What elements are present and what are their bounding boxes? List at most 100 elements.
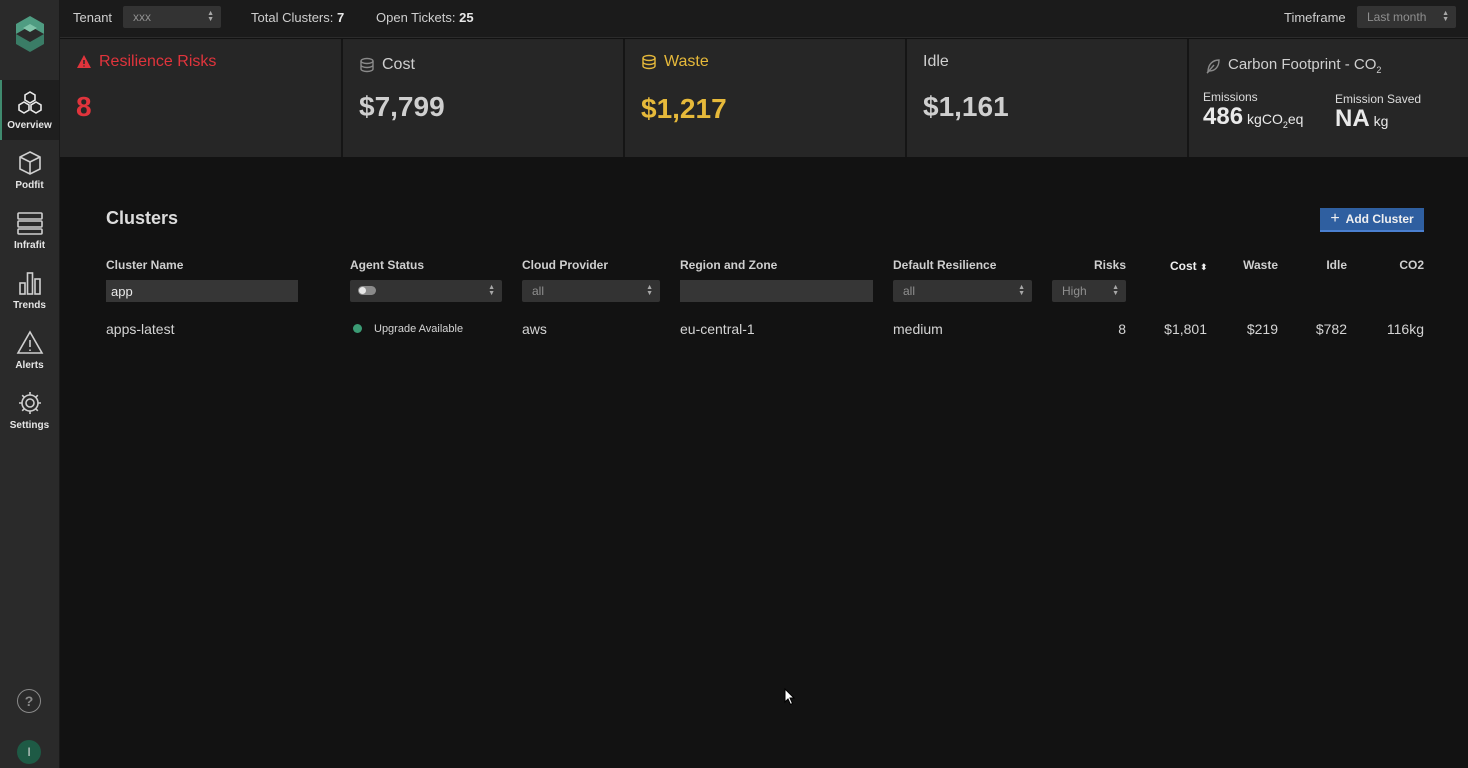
cell-cluster-name[interactable]: apps-latest <box>106 321 174 337</box>
select-arrows-icon: ▲ ▼ <box>488 284 495 297</box>
col-header-cost-label: Cost <box>1170 259 1197 273</box>
cubes-icon <box>17 91 42 114</box>
plus-icon: + <box>1330 210 1340 227</box>
waste-card[interactable]: Waste $1,217 <box>625 39 907 157</box>
cell-cloud-provider: aws <box>522 321 547 337</box>
help-button[interactable]: ? <box>17 689 41 713</box>
carbon-title-text: Carbon Footprint - CO <box>1228 56 1377 73</box>
cost-title: Cost <box>382 56 415 73</box>
gear-icon <box>18 392 41 414</box>
region-filter[interactable] <box>680 280 873 302</box>
cell-cost: $1,801 <box>1164 321 1207 337</box>
cell-idle: $782 <box>1315 321 1347 337</box>
col-header-risks[interactable]: Risks <box>1066 258 1126 272</box>
nav-label: Podfit <box>15 180 44 191</box>
cost-card[interactable]: Cost $7,799 <box>343 39 625 157</box>
sidebar: Overview Podfit Infrafit Trends Alerts S… <box>0 0 60 768</box>
nav-label: Overview <box>7 120 52 131</box>
col-header-agent-status[interactable]: Agent Status <box>350 258 424 272</box>
col-header-region[interactable]: Region and Zone <box>680 258 777 272</box>
nav-infrafit[interactable]: Infrafit <box>0 200 59 260</box>
resilience-risks-card[interactable]: Resilience Risks 8 <box>60 39 343 157</box>
cell-agent-status: Upgrade Available <box>374 323 464 335</box>
tenant-select[interactable]: xxx ▲ ▼ <box>123 6 221 28</box>
agent-status-filter[interactable]: ▲ ▼ <box>350 280 502 302</box>
emission-saved-label: Emission Saved <box>1335 92 1422 106</box>
emissions-value-group: 486 kgCO2eq <box>1203 103 1303 131</box>
emission-saved-group: NA kg <box>1335 105 1388 133</box>
timeframe-select[interactable]: Last month ▲ ▼ <box>1357 6 1456 28</box>
coins-icon <box>642 54 656 70</box>
col-header-co2[interactable]: CO2 <box>1364 258 1424 272</box>
warning-icon <box>77 55 91 68</box>
timeframe-label: Timeframe <box>1284 10 1346 25</box>
emissions-unit-suffix: eq <box>1287 111 1304 127</box>
nav-settings[interactable]: Settings <box>0 380 59 440</box>
cell-waste: $219 <box>1246 321 1278 337</box>
select-arrows-icon: ▲ ▼ <box>646 284 653 297</box>
emissions-unit-text: kgCO <box>1247 111 1283 127</box>
nav-label: Settings <box>9 420 50 431</box>
col-header-cost[interactable]: Cost ⬍ <box>1170 259 1208 273</box>
card-title: Carbon Footprint - CO2 <box>1205 56 1381 75</box>
cluster-name-filter[interactable] <box>106 280 298 302</box>
carbon-title: Carbon Footprint - CO2 <box>1228 56 1381 75</box>
bar-chart-icon <box>18 272 41 295</box>
cloud-provider-filter[interactable]: all ▲ ▼ <box>522 280 660 302</box>
idle-value: $1,161 <box>923 91 1009 122</box>
default-resilience-filter-value: all <box>903 284 916 298</box>
avatar[interactable]: I <box>17 740 41 764</box>
card-title: Idle <box>923 53 949 71</box>
open-tickets-label: Open Tickets: <box>376 10 456 25</box>
emissions-label: Emissions <box>1203 90 1258 104</box>
total-clusters-value: 7 <box>337 10 345 25</box>
cube-icon <box>18 151 41 175</box>
risks-filter[interactable]: High ▲ ▼ <box>1052 280 1126 302</box>
col-header-default-resilience[interactable]: Default Resilience <box>893 258 996 272</box>
card-title: Cost <box>359 56 415 74</box>
server-icon <box>16 212 43 235</box>
sort-icon: ⬍ <box>1200 262 1208 272</box>
nav-alerts[interactable]: Alerts <box>0 320 59 380</box>
col-header-idle[interactable]: Idle <box>1287 258 1347 272</box>
select-arrows-icon: ▲ ▼ <box>207 10 214 23</box>
card-title: Waste <box>641 53 709 71</box>
toggle-icon <box>358 286 376 295</box>
col-header-cloud-provider[interactable]: Cloud Provider <box>522 258 608 272</box>
add-cluster-label: Add Cluster <box>1345 212 1414 226</box>
resilience-risks-title: Resilience Risks <box>99 53 217 70</box>
tenant-select-value: xxx <box>133 10 151 24</box>
idle-title: Idle <box>923 53 949 70</box>
tenant-label: Tenant <box>73 10 113 25</box>
cell-risks[interactable]: 8 <box>1066 321 1126 337</box>
emissions-unit: kgCO2eq <box>1247 111 1304 130</box>
timeframe-select-value: Last month <box>1367 10 1427 24</box>
select-arrows-icon: ▲ ▼ <box>1442 10 1449 23</box>
coins-icon <box>360 57 374 73</box>
top-bar: Tenant xxx ▲ ▼ Total Clusters: 7 Open Tic… <box>60 0 1468 38</box>
cloud-provider-filter-value: all <box>532 284 545 298</box>
card-title: Resilience Risks <box>76 53 216 71</box>
warning-icon <box>16 330 43 354</box>
idle-card[interactable]: Idle $1,161 <box>907 39 1189 157</box>
total-clusters: Total Clusters: 7 <box>251 10 344 25</box>
nav-podfit[interactable]: Podfit <box>0 140 59 200</box>
leaf-icon <box>1206 58 1220 74</box>
resilience-risks-value: 8 <box>76 91 92 122</box>
add-cluster-button[interactable]: + Add Cluster <box>1320 208 1424 232</box>
default-resilience-filter[interactable]: all ▲ ▼ <box>893 280 1032 302</box>
cost-value: $7,799 <box>359 91 445 122</box>
nav-trends[interactable]: Trends <box>0 260 59 320</box>
nav-label: Trends <box>13 300 46 311</box>
risks-filter-value: High <box>1062 284 1087 298</box>
carbon-footprint-card[interactable]: Carbon Footprint - CO2 Emissions 486 kgCO… <box>1189 39 1468 157</box>
nav-label: Alerts <box>15 360 44 371</box>
carbon-title-sub: 2 <box>1376 65 1382 75</box>
col-header-waste[interactable]: Waste <box>1218 258 1278 272</box>
app-logo-icon[interactable] <box>14 14 46 54</box>
waste-title: Waste <box>664 53 709 70</box>
nav-label: Infrafit <box>13 240 46 251</box>
col-header-cluster-name[interactable]: Cluster Name <box>106 258 183 272</box>
nav-overview[interactable]: Overview <box>0 80 59 140</box>
open-tickets: Open Tickets: 25 <box>376 10 474 25</box>
